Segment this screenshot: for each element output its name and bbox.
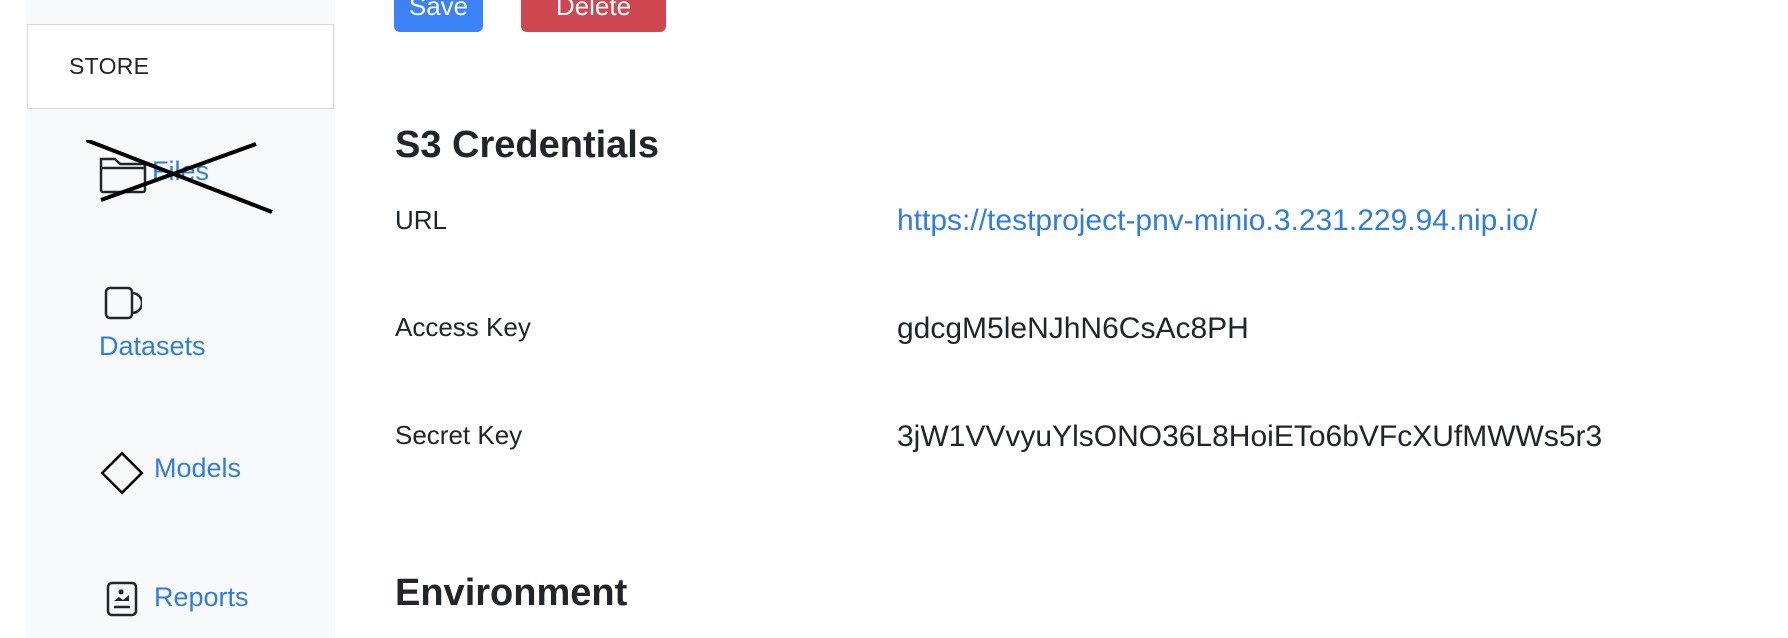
sidebar-item-files[interactable]: Files xyxy=(86,140,276,220)
secret-key-label: Secret Key xyxy=(395,420,523,450)
sidebar-item-label: Reports xyxy=(154,582,249,612)
url-label: URL xyxy=(395,205,448,235)
dataset-icon xyxy=(104,286,142,320)
access-key-label: Access Key xyxy=(395,312,531,342)
sidebar-item-models[interactable]: Models xyxy=(97,447,277,499)
access-key-value: gdcgM5leNJhN6CsAc8PH xyxy=(897,312,1249,345)
save-button[interactable]: Save xyxy=(394,0,483,32)
sidebar-item-datasets[interactable]: Datasets xyxy=(98,283,238,367)
page: STORE Files Datasets Models xyxy=(0,0,1788,638)
store-label: STORE xyxy=(69,53,150,79)
diamond-icon xyxy=(100,451,144,495)
report-icon xyxy=(106,581,138,617)
secret-key-value: 3jW1VVvyuYlsONO36L8HoiETo6bVFcXUfMWWs5r3 xyxy=(897,420,1603,453)
url-link[interactable]: https://testproject-pnv-minio.3.231.229.… xyxy=(897,204,1537,238)
sidebar-item-reports[interactable]: Reports xyxy=(106,578,286,620)
s3-credentials-title: S3 Credentials xyxy=(395,124,659,166)
cross-out-mark xyxy=(86,140,273,214)
delete-button[interactable]: Delete xyxy=(521,0,666,32)
environment-title: Environment xyxy=(395,572,628,614)
sidebar-item-label: Models xyxy=(154,453,242,483)
sidebar-item-label: Datasets xyxy=(99,331,206,361)
